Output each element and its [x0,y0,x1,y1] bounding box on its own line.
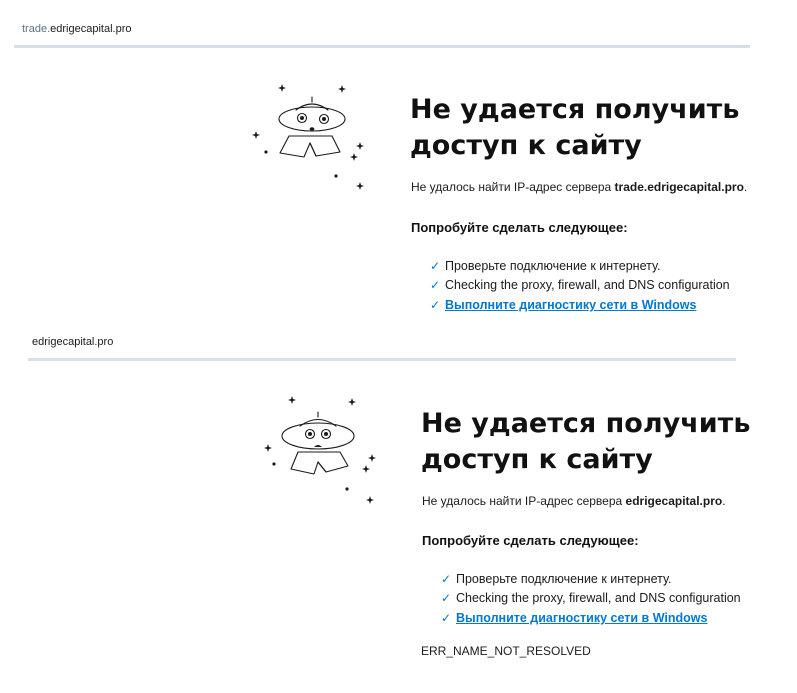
list-item: ✓ Проверьте подключение к интернету. [441,569,741,589]
server-host: edrigecapital.pro [625,494,723,508]
network-diagnostics-link[interactable]: Выполните диагностику сети в Windows [456,611,707,625]
error-code: ERR_NAME_NOT_RESOLVED [421,644,591,658]
page-url: edrigecapital.pro [32,336,114,348]
suggestion-text: Проверьте подключение к интернету. [456,571,672,586]
suggestion-text: Проверьте подключение к интернету. [445,258,661,273]
error-description: Не удалось найти IP-адрес сервера edrige… [422,494,726,508]
error-heading: Не удается получить доступ к сайту [421,406,750,478]
description-text: Не удалось найти IP-адрес сервера [411,180,612,194]
check-icon: ✓ [430,258,441,273]
error-heading: Не удается получить доступ к сайту [410,92,739,164]
list-item: ✓ Выполните диагностику сети в Windows [441,608,741,628]
heading-line-1: Не удается получить [410,94,740,125]
list-item: ✓ Проверьте подключение к интернету. [430,256,730,276]
url-domain: edrigecapital.pro [50,23,132,35]
heading-line-1: Не удается получить [421,408,751,439]
page-url: trade.edrigecapital.pro [22,23,131,35]
suggestions-list: ✓ Проверьте подключение к интернету. ✓ C… [441,569,741,628]
suggestion-text: Checking the proxy, firewall, and DNS co… [445,278,730,293]
error-panel-domain: edrigecapital.pro Не удается получить до… [0,320,797,693]
error-panel-trade: trade.edrigecapital.pro Не удается получ… [0,0,797,320]
list-item: ✓ Checking the proxy, firewall, and DNS … [441,589,741,609]
heading-line-2: доступ к сайту [421,444,653,475]
check-icon: ✓ [441,591,452,606]
list-item: ✓ Checking the proxy, firewall, and DNS … [430,276,730,296]
header-divider [14,45,750,48]
ufo-illustration [264,396,376,504]
url-subdomain: trade. [22,23,51,35]
ufo-illustration [252,84,364,190]
suggestions-list: ✓ Проверьте подключение к интернету. ✓ C… [430,256,730,315]
description-text: Не удалось найти IP-адрес сервера [422,494,623,508]
description-suffix: . [722,494,726,508]
suggestions-title: Попробуйте сделать следующее: [422,533,639,548]
heading-line-2: доступ к сайту [410,130,642,161]
check-icon: ✓ [430,297,441,312]
check-icon: ✓ [441,571,452,586]
header-divider [28,358,736,361]
description-suffix: . [743,180,748,194]
check-icon: ✓ [430,278,441,293]
suggestions-title: Попробуйте сделать следующее: [411,220,628,235]
server-host: trade.edrigecapital.pro [614,180,744,194]
list-item: ✓ Выполните диагностику сети в Windows [430,295,730,315]
suggestion-text: Checking the proxy, firewall, and DNS co… [456,591,741,606]
check-icon: ✓ [441,610,452,625]
error-description: Не удалось найти IP-адрес сервера trade.… [411,180,747,194]
network-diagnostics-link[interactable]: Выполните диагностику сети в Windows [445,298,696,312]
